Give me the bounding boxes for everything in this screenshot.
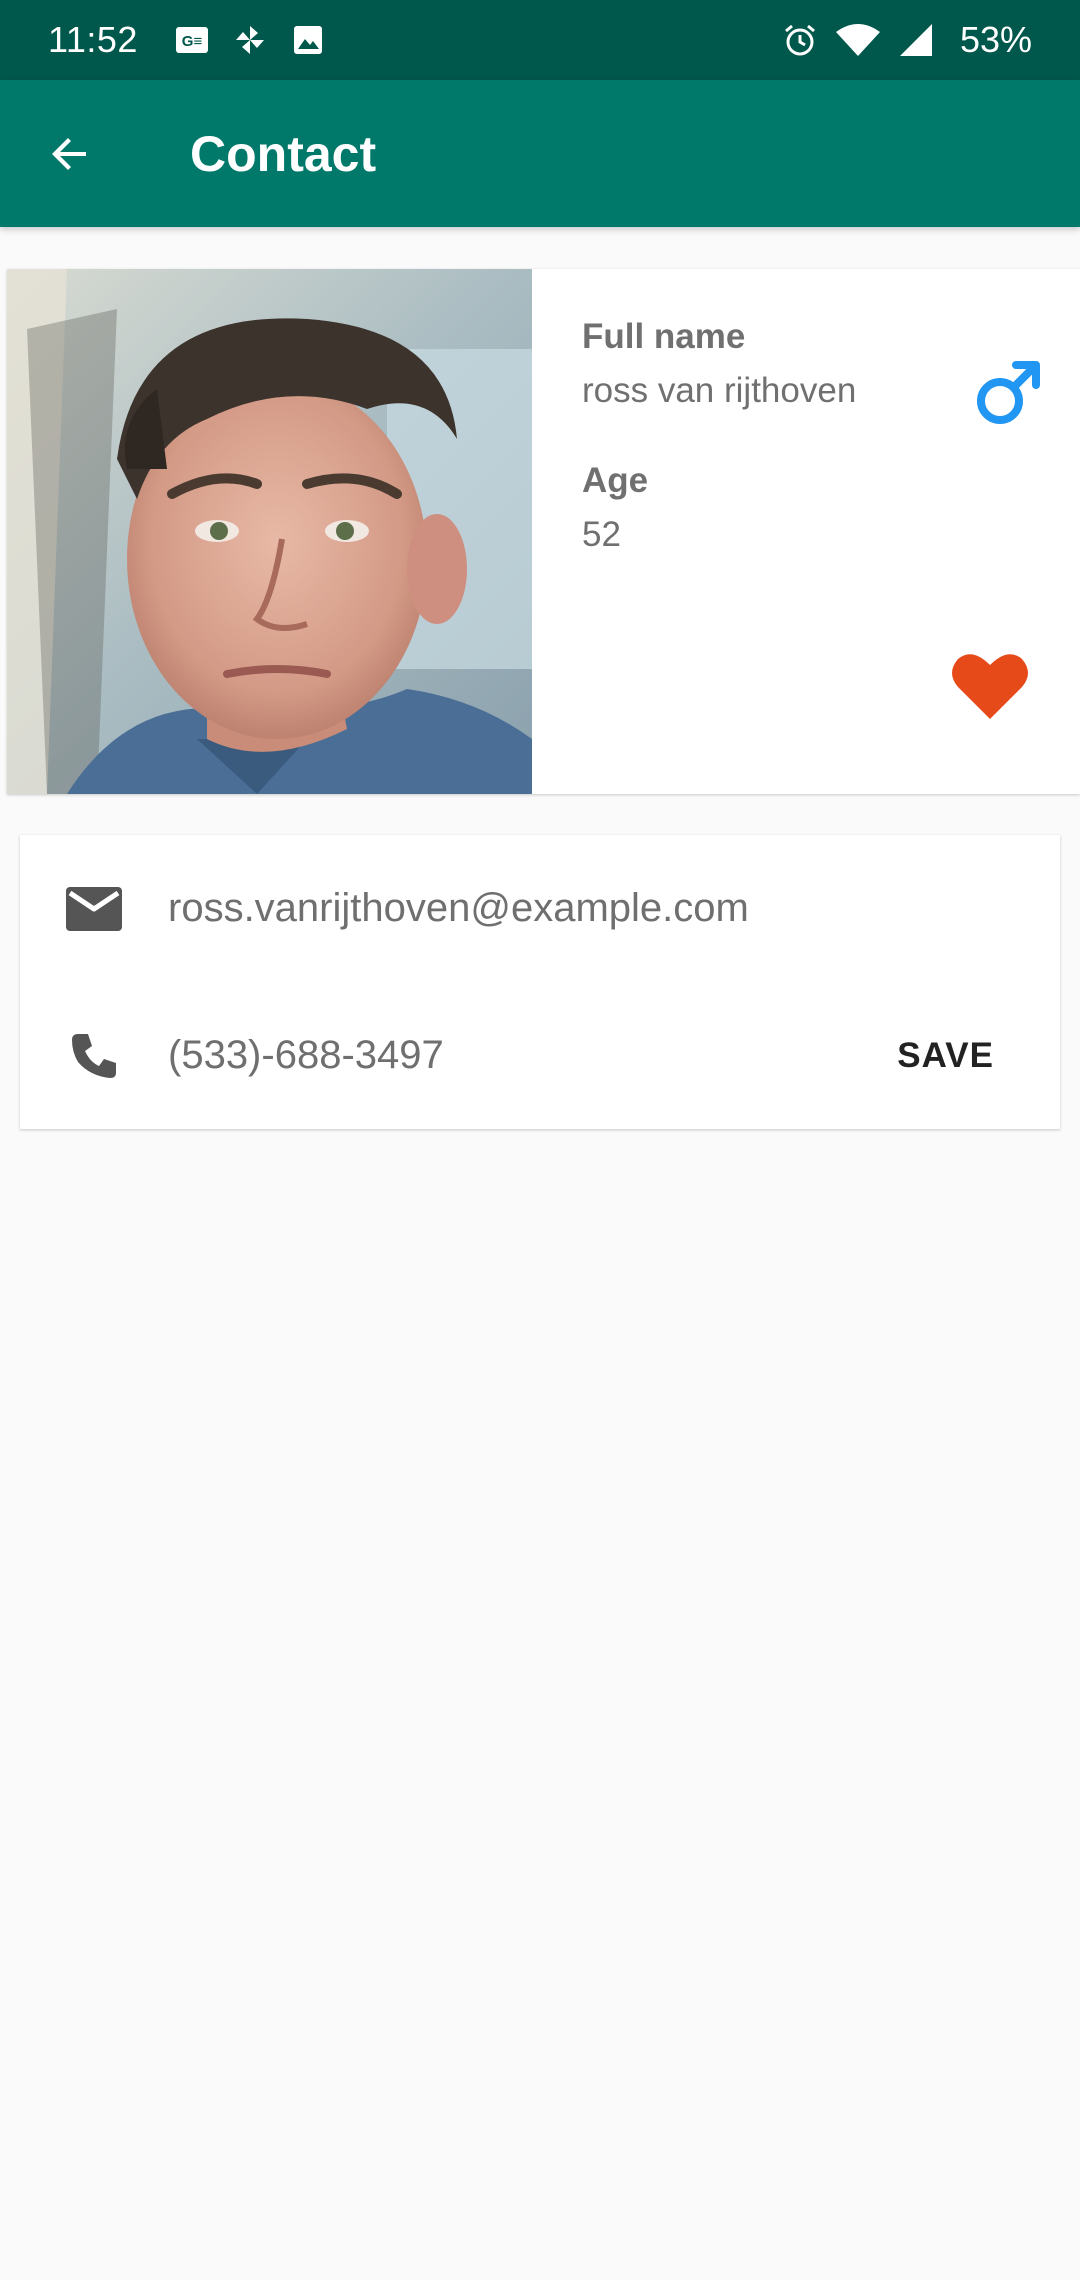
full-name-label: Full name (582, 317, 746, 356)
age-label: Age (582, 461, 649, 500)
back-button[interactable] (0, 80, 140, 227)
app-bar: Contact (0, 80, 1080, 227)
battery-percent: 53% (959, 19, 1032, 60)
heart-icon[interactable] (950, 649, 1030, 721)
phone-text[interactable]: (533)-688-3497 (168, 1033, 444, 1078)
svg-text:G≡: G≡ (182, 33, 203, 50)
status-time: 11:52 (48, 19, 138, 60)
avatar (7, 269, 532, 794)
status-bar: 11:52 G≡ 53% (0, 0, 1080, 80)
phone-row[interactable]: (533)-688-3497 SAVE (20, 982, 1060, 1129)
save-button[interactable]: SAVE (897, 1036, 994, 1076)
arrow-back-icon (52, 137, 86, 170)
email-text[interactable]: ross.vanrijthoven@example.com (168, 886, 749, 931)
pinwheel-icon (230, 20, 270, 60)
phone-icon (64, 1026, 124, 1086)
image-icon (288, 20, 328, 60)
status-right: 53% (780, 19, 1032, 61)
contact-card: ross.vanrijthoven@example.com (533)-688-… (20, 835, 1060, 1129)
wifi-icon (834, 20, 882, 60)
profile-card: Full name ross van rijthoven Age 52 (7, 269, 1080, 794)
email-row[interactable]: ross.vanrijthoven@example.com (20, 835, 1060, 982)
status-left: 11:52 G≡ (48, 19, 346, 61)
email-icon (64, 879, 124, 939)
signal-icon (896, 20, 936, 60)
male-icon (977, 361, 1040, 424)
alarm-icon (780, 20, 820, 60)
age-value: 52 (582, 515, 621, 554)
gmail-icon: G≡ (172, 20, 212, 60)
page-title: Contact (190, 125, 377, 182)
profile-info: Full name ross van rijthoven Age 52 (532, 269, 1080, 794)
